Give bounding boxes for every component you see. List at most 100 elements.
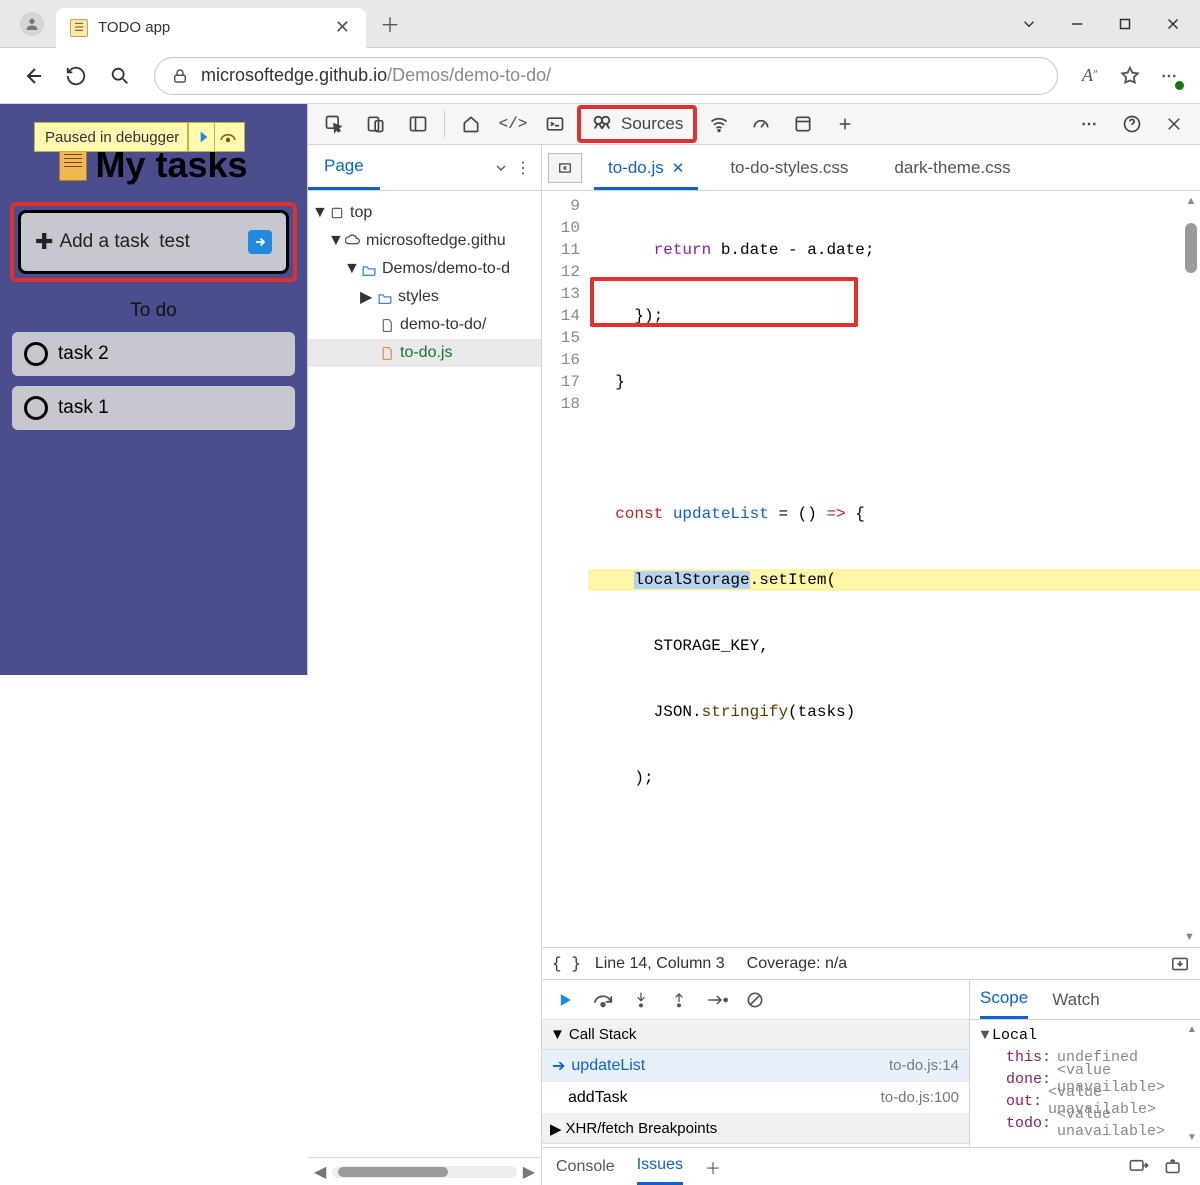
read-aloud-button[interactable]: A» [1070, 56, 1110, 96]
scope-tab[interactable]: Scope [980, 980, 1028, 1019]
tab-close-button[interactable]: ✕ [335, 17, 350, 38]
task-name: task 1 [58, 397, 109, 419]
settings-button[interactable]: ⋯ [1150, 56, 1190, 96]
scope-scrollbar[interactable]: ▲ ▼ [1186, 1024, 1198, 1143]
notes-icon [59, 147, 87, 181]
close-window-button[interactable] [1150, 1, 1196, 47]
back-button[interactable] [10, 54, 54, 98]
navigator-more-button[interactable]: ⋮ [515, 158, 531, 178]
drawer-issues-tab[interactable]: Issues [637, 1148, 683, 1185]
tree-origin[interactable]: ▼microsoftedge.githu [308, 227, 541, 255]
browser-search-button[interactable] [98, 54, 142, 98]
add-task-value: test [159, 231, 190, 253]
stack-frame[interactable]: ➔ updateList to-do.js:14 [542, 1050, 969, 1082]
inspect-element-button[interactable] [314, 104, 354, 144]
drawer-add-tab[interactable]: ＋ [705, 1148, 721, 1185]
add-task-label: Add a task [59, 231, 149, 253]
cursor-position: Line 14, Column 3 [595, 955, 725, 973]
deactivate-breakpoints-button[interactable] [742, 987, 768, 1013]
navigator-dropdown[interactable] [493, 160, 509, 176]
step-over-button[interactable] [214, 123, 240, 151]
submit-task-button[interactable] [248, 230, 272, 254]
step-into-button[interactable] [628, 987, 654, 1013]
device-emulation-button[interactable] [356, 104, 396, 144]
window-chevron[interactable] [1006, 1, 1052, 47]
browser-tab[interactable]: ☰ TODO app ✕ [56, 8, 366, 48]
devtools-panel: </> Sources ⋯ Page ⋮ [308, 104, 1200, 675]
application-panel-button[interactable] [783, 104, 823, 144]
sources-panel-tab[interactable]: Sources [577, 105, 697, 143]
task-item[interactable]: task 2 [12, 332, 295, 376]
window-titlebar: ☰ TODO app ✕ ＋ [0, 0, 1200, 48]
navigator-page-tab[interactable]: Page [308, 145, 380, 190]
editor-scrollbar[interactable]: ▲▼ [1184, 195, 1198, 943]
file-tab[interactable]: dark-theme.css [880, 145, 1024, 190]
editor-statusbar: { } Line 14, Column 3 Coverage: n/a [542, 947, 1200, 979]
add-task-input[interactable]: ✚ Add a task test [18, 210, 289, 274]
download-icon[interactable] [1170, 956, 1190, 972]
profile-avatar[interactable] [20, 12, 44, 36]
url-host: microsoftedge.github.io [201, 65, 387, 86]
tree-file-js[interactable]: to-do.js [308, 339, 541, 367]
step-button[interactable] [704, 987, 730, 1013]
welcome-panel-button[interactable] [451, 104, 491, 144]
sources-navigator: Page ⋮ ▼top ▼microsoftedge.githu ▼Demos/… [308, 145, 542, 1185]
file-tree[interactable]: ▼top ▼microsoftedge.githu ▼Demos/demo-to… [308, 191, 541, 375]
url-path-dim: /Demos [387, 65, 449, 86]
devtools-more-button[interactable]: ⋯ [1070, 104, 1110, 144]
stack-frame[interactable]: addTask to-do.js:100 [542, 1082, 969, 1114]
close-file-tab[interactable]: ✕ [672, 159, 685, 177]
task-name: task 2 [58, 343, 109, 365]
tree-file-html[interactable]: demo-to-do/ [308, 311, 541, 339]
navigator-scrollbar[interactable]: ◀▶ [308, 1157, 541, 1185]
callstack-header[interactable]: ▼Call Stack [542, 1020, 969, 1050]
page-viewport: Paused in debugger My tasks ✚ Add a task… [0, 104, 308, 675]
minimize-button[interactable] [1054, 1, 1100, 47]
pretty-print-button[interactable]: { } [552, 955, 581, 973]
drawer-icon-1[interactable] [1128, 1158, 1150, 1176]
network-panel-button[interactable] [699, 104, 739, 144]
step-out-button[interactable] [666, 987, 692, 1013]
resume-button[interactable] [188, 123, 214, 151]
task-item[interactable]: task 1 [12, 386, 295, 430]
code-editor-body[interactable]: return b.date - a.date; }); } const upda… [588, 191, 1200, 947]
file-tab[interactable]: to-do-styles.css [716, 145, 862, 190]
plus-icon: ✚ [35, 229, 53, 255]
xhr-breakpoints-header[interactable]: ▶XHR/fetch Breakpoints [542, 1114, 969, 1144]
address-bar[interactable]: microsoftedge.github.io/Demos/demo-to-do… [154, 57, 1058, 95]
devtools-toolbar: </> Sources ⋯ [308, 104, 1200, 145]
tree-top[interactable]: ▼top [308, 199, 541, 227]
resume-script-button[interactable] [552, 987, 578, 1013]
sources-editor: to-do.js✕ to-do-styles.css dark-theme.cs… [542, 145, 1200, 1185]
sources-label: Sources [621, 114, 683, 134]
more-tabs-button[interactable] [825, 104, 865, 144]
drawer-icon-2[interactable] [1164, 1158, 1186, 1176]
dock-side-button[interactable] [398, 104, 438, 144]
line-gutter[interactable]: 9 10 11 12 13 14 15 16 17 18 [542, 191, 588, 947]
scope-variables[interactable]: ▼Local this:undefined done:<value unavai… [970, 1020, 1200, 1147]
elements-panel-button[interactable]: </> [493, 104, 533, 144]
paused-in-debugger-banner: Paused in debugger [34, 122, 245, 152]
new-tab-button[interactable]: ＋ [372, 6, 408, 42]
devtools-help-button[interactable] [1112, 104, 1152, 144]
tree-folder-demos[interactable]: ▼Demos/demo-to-d [308, 255, 541, 283]
watch-tab[interactable]: Watch [1052, 980, 1100, 1019]
step-over-button[interactable] [590, 987, 616, 1013]
refresh-button[interactable] [54, 54, 98, 98]
file-tab-active[interactable]: to-do.js✕ [594, 145, 698, 190]
task-checkbox[interactable] [24, 396, 48, 420]
coverage-status: Coverage: n/a [747, 955, 848, 973]
tree-folder-styles[interactable]: ▶styles [308, 283, 541, 311]
console-panel-button[interactable] [535, 104, 575, 144]
performance-panel-button[interactable] [741, 104, 781, 144]
drawer-console-tab[interactable]: Console [556, 1148, 615, 1185]
todo-section-heading: To do [10, 300, 297, 322]
task-checkbox[interactable] [24, 342, 48, 366]
navigate-back-button[interactable] [548, 153, 582, 183]
toolbar: microsoftedge.github.io/Demos/demo-to-do… [0, 48, 1200, 104]
favorite-button[interactable] [1110, 56, 1150, 96]
paused-token: localStorage [634, 571, 749, 589]
editor-file-tabs: to-do.js✕ to-do-styles.css dark-theme.cs… [542, 145, 1200, 191]
maximize-button[interactable] [1102, 1, 1148, 47]
devtools-close-button[interactable] [1154, 104, 1194, 144]
